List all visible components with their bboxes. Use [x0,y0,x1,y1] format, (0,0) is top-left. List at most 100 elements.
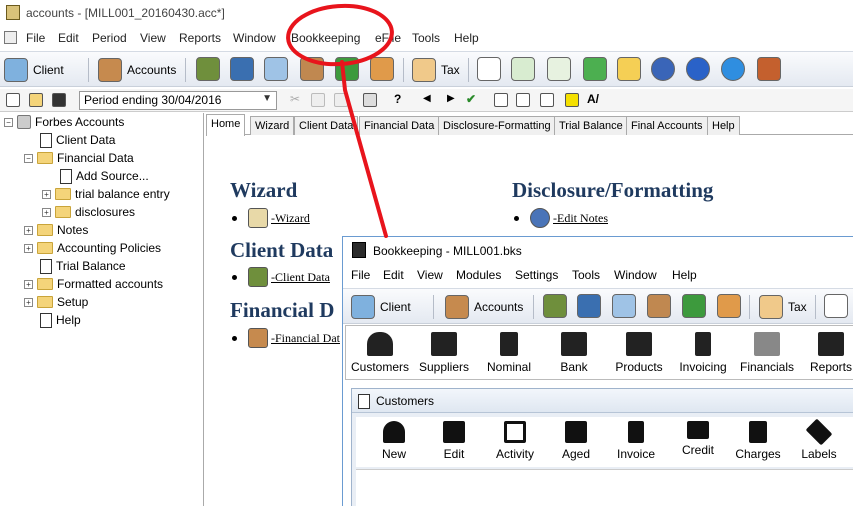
handshake-icon[interactable] [300,57,324,81]
notepad-icon[interactable] [824,294,848,318]
wizard-link[interactable]: -Wizard [232,208,310,228]
help-icon[interactable] [686,57,710,81]
transfer-icon[interactable] [264,57,288,81]
customers-invoice-button[interactable]: Invoice [606,421,666,461]
financial-data-link-text[interactable]: -Financial Dat [271,331,340,346]
collapse-icon[interactable]: − [4,117,13,127]
bk-menu-tools[interactable]: Tools [572,268,600,282]
new-document-icon[interactable] [6,93,20,107]
menu-bookkeeping[interactable]: Bookkeeping [291,31,360,45]
system-menu-icon[interactable] [4,31,17,44]
module-reports[interactable]: Reports [799,332,853,374]
bk-menu-window[interactable]: Window [614,268,657,282]
calculator-icon[interactable] [543,294,567,318]
tree-node-client-data[interactable]: Client Data [40,131,115,149]
tab-home[interactable]: Home [206,114,246,136]
folder-icon[interactable] [617,57,641,81]
question-icon[interactable]: ? [394,92,401,106]
tab-disclosure-formatting[interactable]: Disclosure-Formatting [438,116,556,135]
spreadsheet-icon[interactable] [547,57,571,81]
expand-icon[interactable]: + [24,225,33,235]
period-select[interactable]: Period ending 30/04/2016 ▼ [79,91,277,110]
tree-node-accounting-policies[interactable]: + Accounting Policies [24,239,161,257]
cut-icon[interactable]: ✂ [290,92,300,106]
module-products[interactable]: Products [607,332,671,374]
customers-activity-button[interactable]: Activity [485,421,545,461]
customers-edit-button[interactable]: Edit [424,421,484,461]
tab-client-data[interactable]: Client Data [294,116,359,135]
bk-menu-help[interactable]: Help [672,268,697,282]
handshake-icon[interactable] [647,294,671,318]
menu-efile[interactable]: eFile [375,31,401,45]
customers-labels-button[interactable]: Labels [789,418,849,461]
accounts-button[interactable]: Accounts [98,56,176,84]
expand-icon[interactable]: + [24,243,33,253]
expand-icon[interactable]: + [42,207,51,217]
wizard-link-text[interactable]: -Wizard [271,211,310,226]
menu-help[interactable]: Help [454,31,479,45]
bookkeeping-window[interactable]: Bookkeeping - MILL001.bks File Edit View… [342,236,853,506]
menu-view[interactable]: View [140,31,166,45]
money-bag-icon[interactable] [335,57,359,81]
tree-node-help[interactable]: Help [40,311,81,329]
module-nominal[interactable]: Nominal [477,332,541,374]
tree-node-financial-data[interactable]: − Financial Data [24,149,134,167]
tree-node-trial-balance[interactable]: Trial Balance [40,257,126,275]
customers-charges-button[interactable]: Charges [728,421,788,461]
customers-new-button[interactable]: New [364,421,424,461]
tree-node-formatted-accounts[interactable]: + Formatted accounts [24,275,163,293]
clock-icon[interactable] [717,294,741,318]
bk-menu-edit[interactable]: Edit [383,268,404,282]
install-icon[interactable] [757,57,781,81]
internet-explorer-icon[interactable] [721,57,745,81]
menu-reports[interactable]: Reports [179,31,221,45]
clock-icon[interactable] [370,57,394,81]
bk-menu-view[interactable]: View [417,268,443,282]
tree-node-disclosures[interactable]: + disclosures [42,203,135,221]
tree-node-notes[interactable]: + Notes [24,221,88,239]
open-folder-icon[interactable] [29,93,43,107]
tree-node-setup[interactable]: + Setup [24,293,88,311]
client-data-link[interactable]: -Client Data [232,267,330,287]
tab-help[interactable]: Help [707,116,740,135]
next-icon[interactable]: ▶ [447,93,455,104]
customers-aged-button[interactable]: Aged [546,421,606,461]
money-bag-icon[interactable] [682,294,706,318]
previous-icon[interactable]: ◀ [423,93,431,104]
edit-notes-link[interactable]: -Edit Notes [514,208,608,228]
tree-node-trial-balance-entry[interactable]: + trial balance entry [42,185,170,203]
tree-node-root[interactable]: − Forbes Accounts [4,113,124,131]
tab-wizard[interactable]: Wizard [250,116,295,135]
collapse-icon[interactable]: − [24,153,33,163]
expand-icon[interactable]: + [24,279,33,289]
xbrl-export-icon[interactable] [516,93,530,107]
module-financials[interactable]: Financials [735,332,799,374]
bk-menu-modules[interactable]: Modules [456,268,501,282]
transfer-icon[interactable] [612,294,636,318]
customers-list-area[interactable] [356,469,853,506]
copy-icon[interactable] [311,93,325,107]
customers-credit-button[interactable]: Credit [668,421,728,457]
tree-node-add-source[interactable]: Add Source... [60,167,149,185]
checklist-icon[interactable] [511,57,535,81]
highlight-icon[interactable] [565,93,579,107]
menu-tools[interactable]: Tools [412,31,440,45]
font-icon[interactable]: A/ [587,92,599,106]
print-icon[interactable] [363,93,377,107]
expand-icon[interactable]: + [24,297,33,307]
menu-window[interactable]: Window [233,31,276,45]
paste-icon[interactable] [334,93,348,107]
bk-menu-settings[interactable]: Settings [515,268,558,282]
edit-sheet-icon[interactable] [577,294,601,318]
notepad-icon[interactable] [477,57,501,81]
tab-final-accounts[interactable]: Final Accounts [626,116,708,135]
menu-edit[interactable]: Edit [58,31,79,45]
edit-sheet-icon[interactable] [230,57,254,81]
expand-icon[interactable]: + [42,189,51,199]
xbrl-icon[interactable] [494,93,508,107]
module-invoicing[interactable]: Invoicing [671,332,735,374]
bk-accounts-button[interactable]: Accounts [445,293,523,321]
module-bank[interactable]: Bank [542,332,606,374]
client-data-link-text[interactable]: -Client Data [271,270,330,285]
refresh-icon[interactable] [583,57,607,81]
